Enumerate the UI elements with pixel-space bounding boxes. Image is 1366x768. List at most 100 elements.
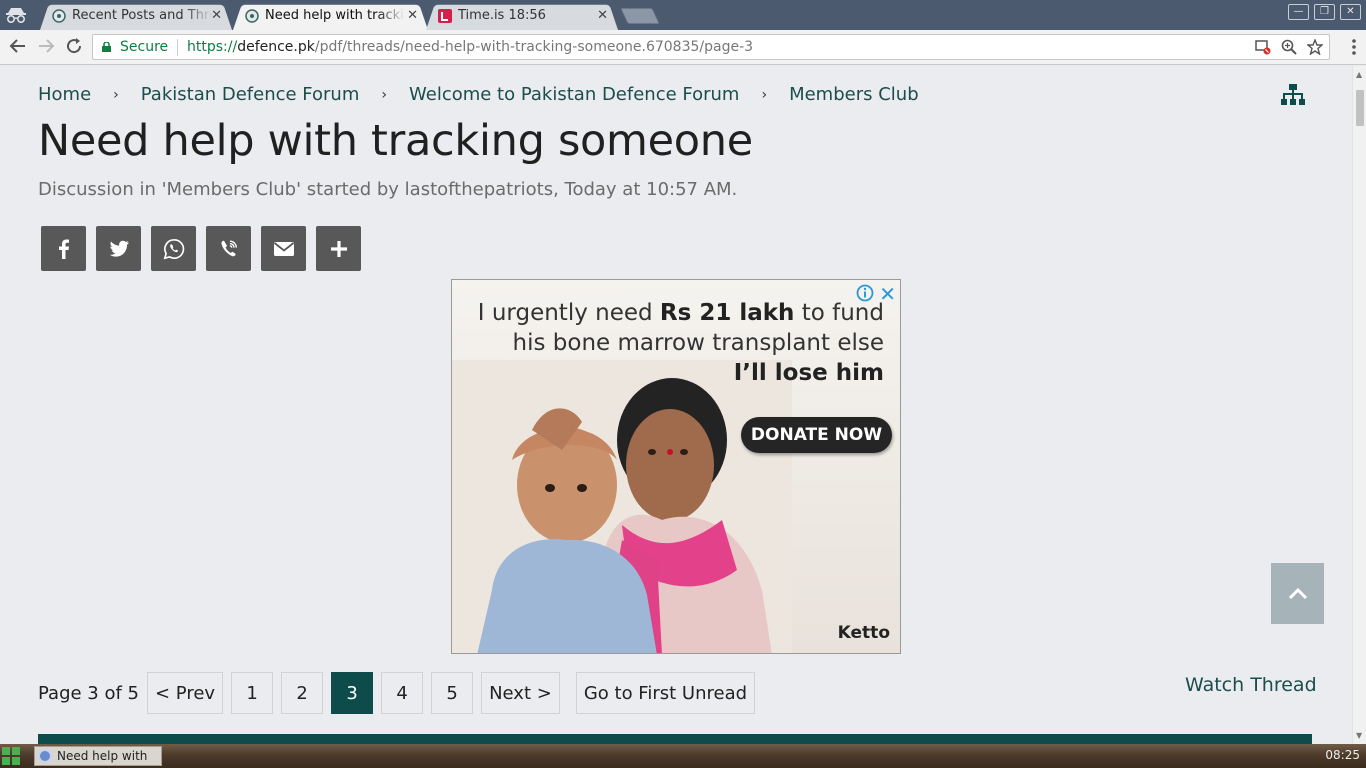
zoom-icon[interactable]	[1281, 39, 1297, 55]
share-whatsapp-button[interactable]	[151, 226, 196, 271]
pdf-favicon-icon	[245, 9, 259, 23]
ad-line-1-post: to fund	[794, 300, 884, 326]
browser-menu-icon[interactable]	[1352, 38, 1356, 56]
maximize-button[interactable]: ❐	[1314, 4, 1335, 20]
bookmark-star-icon[interactable]	[1307, 39, 1323, 55]
share-more-button[interactable]	[316, 226, 361, 271]
ad-close-icon[interactable]: ✕	[879, 282, 896, 306]
chrome-icon	[38, 749, 52, 763]
address-bar[interactable]: Secure https://defence.pk/pdf/threads/ne…	[92, 34, 1330, 60]
facebook-icon	[58, 239, 69, 259]
scroll-down-icon[interactable]: ▼	[1356, 731, 1362, 740]
tab-close-icon[interactable]: ✕	[211, 8, 222, 23]
ad-info-icon[interactable]	[856, 284, 874, 302]
page-5-button[interactable]: 5	[431, 672, 474, 714]
share-email-button[interactable]	[261, 226, 306, 271]
forward-arrow-icon	[39, 39, 55, 53]
window-close-button[interactable]: ✕	[1340, 4, 1361, 20]
page-2-button[interactable]: 2	[281, 672, 324, 714]
minimize-button[interactable]: —	[1288, 4, 1309, 20]
timeis-favicon-icon	[438, 9, 452, 23]
go-to-first-unread-button[interactable]: Go to First Unread	[575, 672, 756, 714]
thread-meta: Discussion in 'Members Club' started by …	[38, 179, 738, 200]
share-twitter-button[interactable]	[96, 226, 141, 271]
ad-line-1: I urgently need Rs 21 lakh to fund	[478, 298, 884, 328]
browser-tabstrip: Recent Posts and Threads ✕ Need help wit…	[0, 0, 1366, 30]
share-viber-button[interactable]	[206, 226, 251, 271]
page-4-button[interactable]: 4	[381, 672, 424, 714]
breadcrumb-pakistan-defence-forum[interactable]: Pakistan Defence Forum	[141, 84, 360, 105]
page-title: Need help with tracking someone	[38, 116, 753, 166]
page-content: Home › Pakistan Defence Forum › Welcome …	[0, 66, 1352, 744]
start-menu-icon[interactable]	[2, 747, 20, 765]
secure-label: Secure	[120, 39, 169, 55]
tab-need-help[interactable]: Need help with tracking ✕	[233, 2, 428, 30]
url-path: /pdf/threads/need-help-with-tracking-som…	[314, 39, 754, 55]
page-scrollbar[interactable]: ▲ ▼	[1352, 66, 1366, 744]
tab-title: Time.is 18:56	[458, 8, 546, 23]
url-scheme: https://	[187, 39, 238, 55]
breadcrumb-home[interactable]: Home	[38, 84, 91, 105]
next-page-button[interactable]: Next >	[481, 672, 560, 714]
breadcrumb-separator: ›	[381, 86, 387, 103]
tab-time-is[interactable]: Time.is 18:56 ✕	[426, 2, 618, 30]
whatsapp-icon	[163, 238, 184, 259]
breadcrumb-welcome[interactable]: Welcome to Pakistan Defence Forum	[409, 84, 739, 105]
address-separator	[177, 39, 178, 56]
tab-title: Recent Posts and Threads	[72, 8, 212, 23]
url-text[interactable]: https://defence.pk/pdf/threads/need-help…	[187, 39, 753, 55]
url-host: defence.pk	[237, 39, 315, 55]
ad-line-1-pre: I urgently need	[477, 300, 660, 326]
back-arrow-icon	[9, 39, 25, 53]
prev-page-button[interactable]: < Prev	[147, 672, 224, 714]
ad-photo	[452, 360, 792, 653]
donate-now-button[interactable]: DONATE NOW	[741, 417, 892, 453]
new-tab-button[interactable]	[620, 8, 660, 24]
taskbar-window-title: Need help with	[57, 749, 148, 763]
taskbar-window-button[interactable]: Need help with	[34, 746, 162, 766]
watch-thread-link[interactable]: Watch Thread	[1185, 674, 1317, 696]
lock-icon	[102, 42, 111, 52]
plus-icon	[330, 240, 347, 257]
ketto-logo: Ketto	[837, 623, 890, 643]
forward-button[interactable]	[36, 37, 56, 57]
back-button[interactable]	[8, 37, 28, 57]
reload-button[interactable]	[64, 37, 84, 57]
incognito-icon	[6, 8, 26, 24]
sitemap-icon[interactable]	[1281, 84, 1305, 106]
viber-icon	[220, 240, 237, 256]
browser-toolbar: Secure https://defence.pk/pdf/threads/ne…	[0, 30, 1366, 65]
email-icon	[273, 241, 294, 256]
back-to-top-button[interactable]	[1271, 563, 1324, 624]
clock: 08:25	[1325, 748, 1360, 762]
system-tray: 08:25	[1309, 748, 1360, 762]
breadcrumb-separator: ›	[761, 86, 768, 103]
reload-icon	[67, 38, 82, 54]
address-bar-actions	[1255, 39, 1323, 55]
scroll-up-icon[interactable]: ▲	[1356, 70, 1362, 79]
scrollbar-thumb[interactable]	[1356, 90, 1364, 126]
share-buttons	[41, 226, 361, 271]
ad-line-3: I’ll lose him	[733, 360, 884, 386]
pagination: Page 3 of 5 < Prev 1 2 3 4 5 Next > Go t…	[38, 672, 763, 714]
breadcrumb-separator: ›	[113, 86, 119, 103]
page-3-button[interactable]: 3	[331, 672, 374, 714]
ad-amount: Rs 21 lakh	[659, 300, 795, 326]
breadcrumb: Home › Pakistan Defence Forum › Welcome …	[38, 84, 919, 105]
ad-line-2: his bone marrow transplant else	[512, 330, 884, 356]
message-list-header-bar	[38, 734, 1312, 744]
advertisement[interactable]: I urgently need Rs 21 lakh to fund his b…	[451, 279, 901, 654]
tab-recent-posts[interactable]: Recent Posts and Threads ✕	[40, 2, 232, 30]
breadcrumb-members-club[interactable]: Members Club	[789, 84, 919, 105]
tab-close-icon[interactable]: ✕	[597, 8, 608, 23]
pagination-label: Page 3 of 5	[38, 682, 139, 704]
share-facebook-button[interactable]	[41, 226, 86, 271]
blocked-content-icon[interactable]	[1255, 39, 1271, 55]
tab-close-icon[interactable]: ✕	[407, 8, 418, 23]
chevron-up-icon	[1288, 587, 1307, 599]
os-taskbar: Need help with 08:25	[0, 744, 1366, 768]
page-1-button[interactable]: 1	[231, 672, 274, 714]
tab-title: Need help with tracking	[265, 8, 405, 23]
twitter-icon	[109, 240, 129, 257]
ad-headline: I urgently need Rs 21 lakh to fund his b…	[478, 298, 884, 388]
